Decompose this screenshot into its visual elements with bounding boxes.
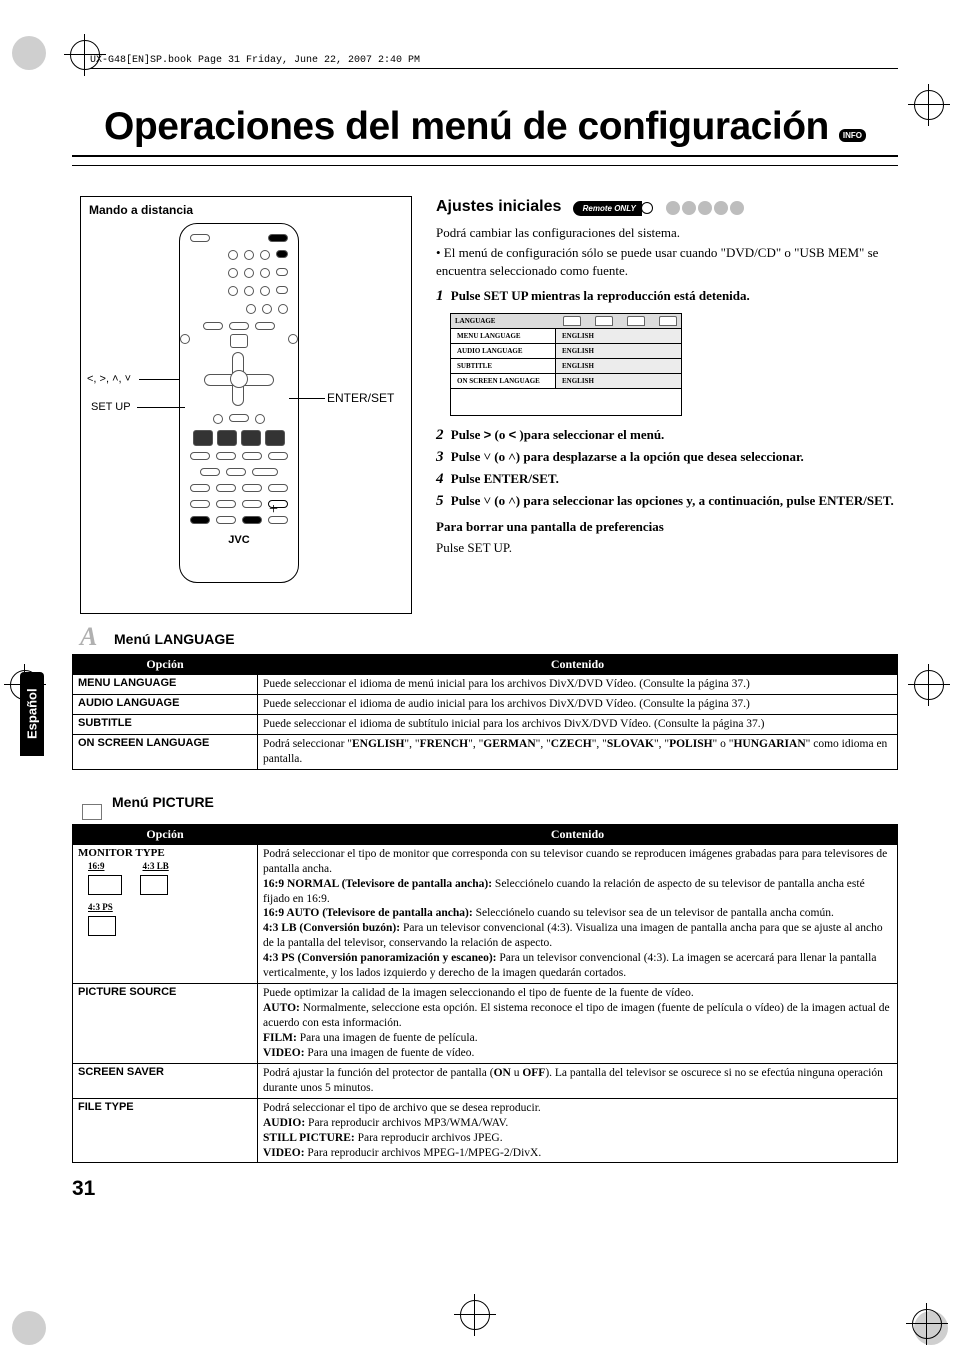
signal-icon: [641, 202, 653, 214]
remote-box-title: Mando a distancia: [89, 203, 403, 217]
mini-row-label: ON SCREEN LANGUAGE: [451, 374, 556, 389]
step-text: Pulse SET UP mientras la reproducción es…: [451, 288, 750, 303]
content-cell: Podrá seleccionar "ENGLISH", "FRENCH", "…: [258, 734, 898, 769]
page: UX-G48[EN]SP.book Page 31 Friday, June 2…: [0, 0, 954, 1351]
page-number: 31: [72, 1177, 898, 1201]
leader-line: [139, 379, 179, 380]
erase-body: Pulse SET UP.: [436, 539, 898, 557]
step: 5 Pulse ˅ (o ˄) para seleccionar las opc…: [436, 492, 898, 510]
crop-disc: [12, 1311, 46, 1345]
menu-heading-text: Menú PICTURE: [112, 794, 214, 810]
aspect-label: 16:9: [88, 861, 105, 871]
mini-row-value: ENGLISH: [556, 374, 681, 389]
aspect-label: 4:3 LB: [143, 861, 169, 871]
content-cell: Puede optimizar la calidad de la imagen …: [258, 984, 898, 1064]
mini-row-label: SUBTITLE: [451, 359, 556, 374]
step: 1 Pulse SET UP mientras la reproducción …: [436, 287, 898, 416]
registration-mark: [914, 90, 944, 120]
mini-row-label: AUDIO LANGUAGE: [451, 344, 556, 359]
opt-cell: SCREEN SAVER: [73, 1063, 258, 1098]
th-contenido: Contenido: [258, 824, 898, 844]
right-column: Ajustes iniciales Remote ONLY Podrá camb…: [436, 196, 898, 614]
mini-row-value: ENGLISH: [556, 359, 681, 374]
page-title: Operaciones del menú de configuración: [104, 105, 829, 148]
two-columns: Mando a distancia: [72, 196, 898, 614]
picture-icon: [82, 804, 102, 820]
dots-icon: [664, 199, 744, 214]
divider: [72, 165, 898, 166]
opt-cell: ON SCREEN LANGUAGE: [73, 734, 258, 769]
setup-label: SET UP: [91, 401, 131, 413]
menu-language-heading: Menú LANGUAGE: [82, 628, 898, 650]
print-header: UX-G48[EN]SP.book Page 31 Friday, June 2…: [90, 56, 898, 69]
section-heading-row: Ajustes iniciales Remote ONLY: [436, 196, 898, 218]
content-cell: Puede seleccionar el idioma de audio ini…: [258, 694, 898, 714]
mini-menu-title: LANGUAGE: [455, 317, 495, 325]
steps-list: 1 Pulse SET UP mientras la reproducción …: [436, 287, 898, 510]
intro-bullet: • El menú de configuración sólo se puede…: [436, 244, 898, 279]
arrows-label: <, >, ˄, ˅: [87, 373, 131, 385]
opt-cell: FILE TYPE: [73, 1098, 258, 1163]
aspect-label: 4:3 PS: [88, 902, 113, 912]
aspect-thumb-icon: [88, 916, 116, 936]
step: 4 Pulse ENTER/SET.: [436, 470, 898, 488]
th-opcion: Opción: [73, 824, 258, 844]
divider: [72, 155, 898, 157]
menu-picture-heading: Menú PICTURE: [82, 784, 898, 820]
menu-heading-text: Menú LANGUAGE: [114, 631, 235, 647]
registration-mark: [912, 1309, 942, 1339]
registration-mark: [460, 1300, 490, 1330]
language-table: OpciónContenido MENU LANGUAGEPuede selec…: [72, 654, 898, 770]
registration-mark: [70, 40, 100, 70]
mini-row-value: ENGLISH: [556, 329, 681, 344]
th-opcion: Opción: [73, 655, 258, 675]
aspect-thumb-icon: [140, 875, 168, 895]
aspect-thumb-icon: [88, 875, 122, 895]
content-cell: Podrá seleccionar el tipo de monitor que…: [258, 844, 898, 983]
opt-cell: MONITOR TYPE 16:9 4:3 LB 4:3 PS: [73, 844, 258, 983]
page-title-row: Operaciones del menú de configuración IN…: [72, 105, 898, 149]
remote-only-badge-icon: Remote ONLY: [573, 201, 642, 216]
intro-text: Podrá cambiar las configuraciones del si…: [436, 224, 898, 242]
section-heading: Ajustes iniciales: [436, 198, 561, 215]
tab-icon: [563, 316, 581, 326]
tab-icon: [627, 316, 645, 326]
remote-diagram: Mando a distancia: [80, 196, 412, 614]
registration-mark: [914, 670, 944, 700]
remote-drawing: + JVC <, >, ˄, ˅ SET UP ENTER/SET: [89, 223, 403, 603]
step-text: Pulse ENTER/SET.: [451, 471, 559, 486]
picture-table: OpciónContenido MONITOR TYPE 16:9 4:3 LB …: [72, 824, 898, 1164]
content-cell: Podrá ajustar la función del protector d…: [258, 1063, 898, 1098]
leader-line: [289, 398, 325, 399]
opt-cell: SUBTITLE: [73, 714, 258, 734]
erase-title: Para borrar una pantalla de preferencias: [436, 519, 664, 534]
enter-label: ENTER/SET: [327, 391, 394, 405]
left-column: Mando a distancia: [72, 196, 412, 614]
opt-label: MONITOR TYPE: [78, 847, 165, 859]
jvc-logo: JVC: [180, 534, 298, 546]
content-cell: Podrá seleccionar el tipo de archivo que…: [258, 1098, 898, 1163]
opt-cell: PICTURE SOURCE: [73, 984, 258, 1064]
language-side-tab: Español: [20, 672, 44, 756]
mini-row-value: ENGLISH: [556, 344, 681, 359]
tab-icon: [659, 316, 677, 326]
crop-disc: [12, 36, 46, 70]
step-text: Pulse ˅ (o ˄) para desplazarse a la opci…: [451, 449, 804, 464]
step: 3 Pulse ˅ (o ˄) para desplazarse a la op…: [436, 448, 898, 466]
remote-body: + JVC: [179, 223, 299, 583]
mini-menu-screenshot: LANGUAGE MENU LANGUAGEENGLISH AUDIO LANG…: [450, 313, 682, 416]
content-cell: Puede seleccionar el idioma de subtítulo…: [258, 714, 898, 734]
tab-icon: [595, 316, 613, 326]
th-contenido: Contenido: [258, 655, 898, 675]
opt-cell: MENU LANGUAGE: [73, 675, 258, 695]
info-badge-icon: INFO: [839, 129, 866, 142]
letter-a-icon: [82, 628, 104, 650]
step: 2 Pulse > (o < )para seleccionar el menú…: [436, 426, 898, 444]
leader-line: [137, 407, 185, 408]
step-text: Pulse ˅ (o ˄) para seleccionar las opcio…: [451, 493, 894, 508]
content-cell: Puede seleccionar el idioma de menú inic…: [258, 675, 898, 695]
mini-row-label: MENU LANGUAGE: [451, 329, 556, 344]
opt-cell: AUDIO LANGUAGE: [73, 694, 258, 714]
